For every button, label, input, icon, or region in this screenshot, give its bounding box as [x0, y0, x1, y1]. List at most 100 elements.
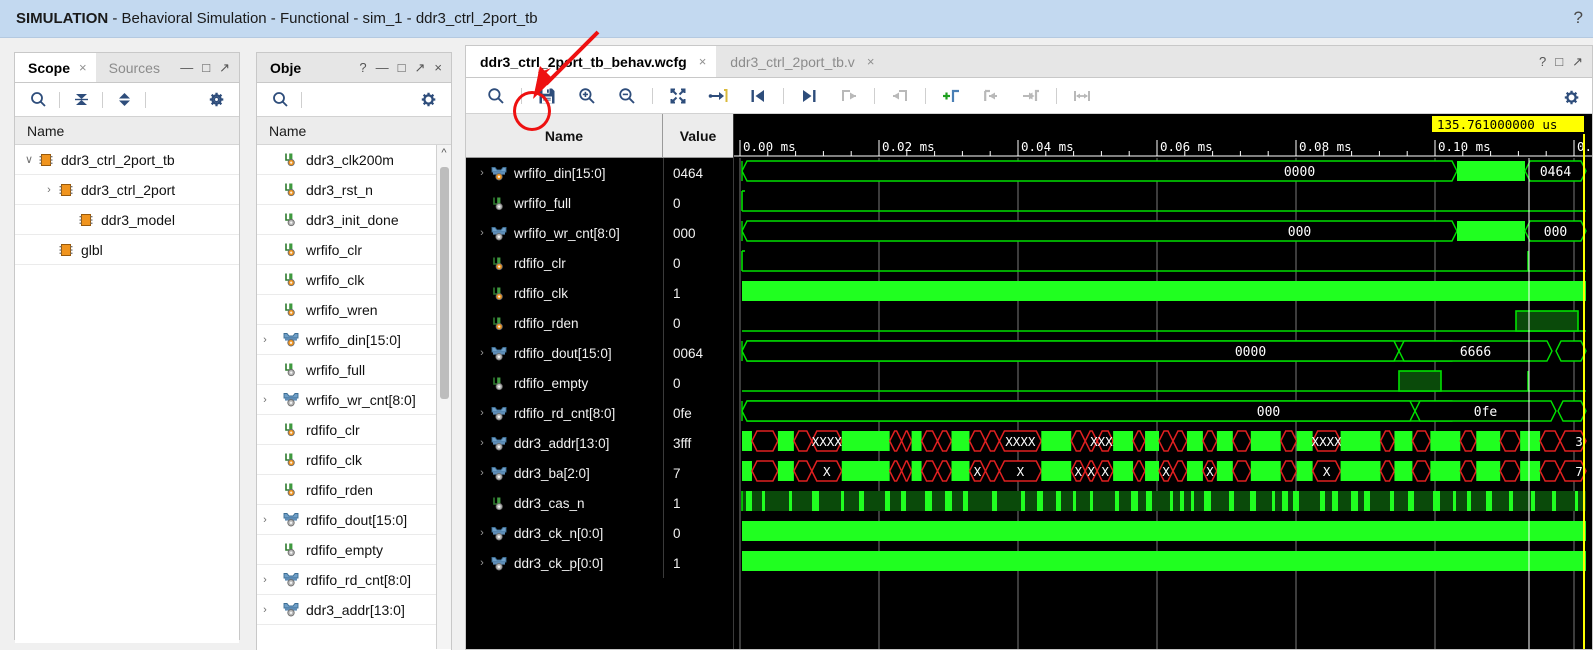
signal-row[interactable]: › rdfifo_dout[15:0] 0064 [466, 338, 733, 368]
objects-help-icon[interactable]: ? [359, 61, 366, 74]
zoom-in-icon[interactable] [567, 83, 607, 109]
scope-settings-gear-icon[interactable] [201, 87, 231, 113]
signal-twisty-icon[interactable]: › [474, 167, 490, 179]
objects-float-icon[interactable]: ↗ [415, 61, 426, 74]
minimize-icon[interactable]: — [180, 61, 193, 74]
signal-twisty-icon[interactable]: › [474, 527, 490, 539]
scope-search-icon[interactable] [23, 87, 53, 113]
objects-list-item[interactable]: › rdfifo_dout[15:0] [257, 505, 451, 535]
signal-row[interactable]: › wrfifo_wr_cnt[8:0] 000 [466, 218, 733, 248]
objects-list-item[interactable]: rdfifo_rden [257, 475, 451, 505]
signal-row[interactable]: rdfifo_rden 0 [466, 308, 733, 338]
help-icon[interactable]: ? [1574, 8, 1583, 28]
signal-row[interactable]: ddr3_cas_n 1 [466, 488, 733, 518]
objects-list-item[interactable]: wrfifo_clr [257, 235, 451, 265]
waveform-float-icon[interactable]: ↗ [1572, 55, 1583, 68]
save-waveform-icon[interactable] [527, 83, 567, 109]
tab-scope-close-icon[interactable]: × [79, 60, 87, 75]
add-marker-icon[interactable] [931, 83, 971, 109]
tab-sources[interactable]: Sources [95, 53, 169, 82]
signal-name-cell[interactable]: › wrfifo_din[15:0] [466, 166, 663, 181]
signal-rows[interactable]: › wrfifo_din[15:0] 0464 wrfifo_full 0 › [466, 158, 733, 649]
objects-list-item[interactable]: ddr3_init_done [257, 205, 451, 235]
tab-wcfg-close-icon[interactable]: × [699, 54, 707, 69]
objects-list-item[interactable]: › rdfifo_rd_cnt[8:0] [257, 565, 451, 595]
objects-scrollbar[interactable]: ^ [436, 145, 451, 649]
signal-twisty-icon[interactable]: › [474, 227, 490, 239]
scope-expand-all-icon[interactable] [109, 87, 139, 113]
objects-list-item[interactable]: › wrfifo_din[15:0] [257, 325, 451, 355]
tab-testbench-close-icon[interactable]: × [867, 54, 875, 69]
scope-tree-row[interactable]: › ddr3_ctrl_2port [15, 175, 239, 205]
signal-row[interactable]: › ddr3_ba[2:0] 7 [466, 458, 733, 488]
tree-twisty-icon[interactable]: ∨ [21, 153, 37, 166]
objects-list-item[interactable]: wrfifo_clk [257, 265, 451, 295]
zoom-to-cursor-icon[interactable] [698, 83, 738, 109]
previous-transition-icon[interactable] [738, 83, 778, 109]
float-icon[interactable]: ↗ [219, 61, 230, 74]
waveform-settings-gear-icon[interactable] [1556, 82, 1586, 112]
signal-name-cell[interactable]: rdfifo_empty [466, 376, 663, 391]
objects-list-item[interactable]: rdfifo_clk [257, 445, 451, 475]
tab-wcfg[interactable]: ddr3_ctrl_2port_tb_behav.wcfg × [466, 46, 717, 77]
scope-tree[interactable]: ∨ ddr3_ctrl_2port_tb › ddr3_ctrl_2port dd… [15, 145, 239, 643]
signal-row[interactable]: rdfifo_empty 0 [466, 368, 733, 398]
signal-name-cell[interactable]: rdfifo_clk [466, 286, 663, 301]
objects-list-item[interactable]: › wrfifo_wr_cnt[8:0] [257, 385, 451, 415]
signal-name-cell[interactable]: › ddr3_ck_p[0:0] [466, 556, 663, 571]
zoom-out-icon[interactable] [607, 83, 647, 109]
signal-row[interactable]: rdfifo_clr 0 [466, 248, 733, 278]
signal-row[interactable]: wrfifo_full 0 [466, 188, 733, 218]
signal-row[interactable]: › ddr3_ck_p[0:0] 1 [466, 548, 733, 578]
signal-name-cell[interactable]: wrfifo_full [466, 196, 663, 211]
waveform-maximize-icon[interactable]: □ [1555, 55, 1563, 68]
objects-list-item[interactable]: ddr3_rst_n [257, 175, 451, 205]
objects-list-item[interactable]: ddr3_clk200m [257, 145, 451, 175]
objects-search-icon[interactable] [265, 87, 295, 113]
signal-row[interactable]: › rdfifo_rd_cnt[8:0] 0fe [466, 398, 733, 428]
search-icon[interactable] [476, 83, 516, 109]
objects-list-item[interactable]: rdfifo_clr [257, 415, 451, 445]
objects-close-icon[interactable]: × [434, 61, 442, 74]
scope-tree-row[interactable]: glbl [15, 235, 239, 265]
signal-twisty-icon[interactable]: › [474, 557, 490, 569]
signal-row[interactable]: › ddr3_addr[13:0] 3fff [466, 428, 733, 458]
signal-twisty-icon[interactable]: › [474, 347, 490, 359]
next-transition-icon[interactable] [789, 83, 829, 109]
signal-twisty-icon[interactable]: › [474, 467, 490, 479]
objects-list-item[interactable]: rdfifo_empty [257, 535, 451, 565]
scope-collapse-all-icon[interactable] [66, 87, 96, 113]
objects-maximize-icon[interactable]: □ [398, 61, 406, 74]
signal-name-cell[interactable]: › ddr3_addr[13:0] [466, 436, 663, 451]
tree-twisty-icon[interactable]: › [257, 574, 273, 586]
signal-name-cell[interactable]: › ddr3_ba[2:0] [466, 466, 663, 481]
signal-name-cell[interactable]: › ddr3_ck_n[0:0] [466, 526, 663, 541]
objects-settings-gear-icon[interactable] [413, 87, 443, 113]
signal-row[interactable]: › ddr3_ck_n[0:0] 0 [466, 518, 733, 548]
maximize-icon[interactable]: □ [202, 61, 210, 74]
signal-row[interactable]: › wrfifo_din[15:0] 0464 [466, 158, 733, 188]
signal-name-cell[interactable]: › rdfifo_dout[15:0] [466, 346, 663, 361]
signal-name-cell[interactable]: ddr3_cas_n [466, 496, 663, 511]
scope-tree-row[interactable]: ∨ ddr3_ctrl_2port_tb [15, 145, 239, 175]
tree-twisty-icon[interactable]: › [257, 604, 273, 616]
objects-list[interactable]: ddr3_clk200m ddr3_rst_n ddr3_init_done w… [257, 145, 451, 650]
tree-twisty-icon[interactable]: › [257, 514, 273, 526]
scroll-up-icon[interactable]: ^ [437, 147, 451, 159]
objects-minimize-icon[interactable]: — [376, 61, 389, 74]
signal-twisty-icon[interactable]: › [474, 407, 490, 419]
signal-row[interactable]: rdfifo_clk 1 [466, 278, 733, 308]
tab-scope[interactable]: Scope × [15, 53, 96, 82]
zoom-fit-icon[interactable] [658, 83, 698, 109]
signal-name-cell[interactable]: rdfifo_rden [466, 316, 663, 331]
tree-twisty-icon[interactable]: › [257, 334, 273, 346]
objects-list-item[interactable]: › ddr3_addr[13:0] [257, 595, 451, 625]
tree-twisty-icon[interactable]: › [257, 394, 273, 406]
signal-twisty-icon[interactable]: › [474, 437, 490, 449]
signal-name-cell[interactable]: › wrfifo_wr_cnt[8:0] [466, 226, 663, 241]
scope-tree-row[interactable]: ddr3_model [15, 205, 239, 235]
waveform-canvas[interactable]: 135.761000000 us 0.00 ms 0.02 ms 0.04 ms 0.0… [734, 114, 1592, 649]
objects-list-item[interactable]: wrfifo_full [257, 355, 451, 385]
objects-scrollbar-thumb[interactable] [440, 167, 449, 399]
signal-name-cell[interactable]: rdfifo_clr [466, 256, 663, 271]
